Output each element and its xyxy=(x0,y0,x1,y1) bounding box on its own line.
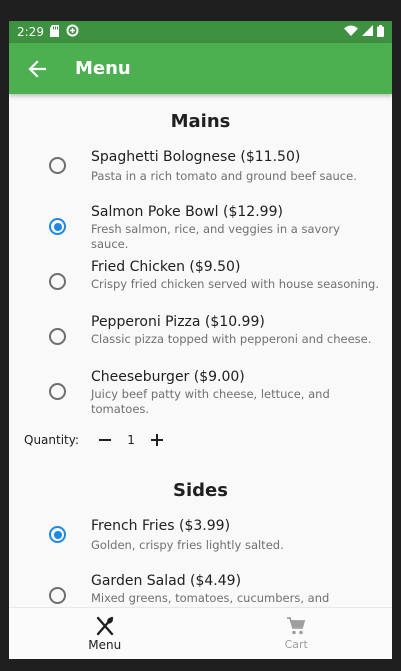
app-bar: Menu xyxy=(9,43,392,94)
mains-item-cheeseburger[interactable]: Cheeseburger ($9.00) Juicy beef patty wi… xyxy=(9,369,392,424)
radio-button[interactable] xyxy=(49,587,66,604)
shopping-cart-icon xyxy=(287,617,306,635)
item-name: Spaghetti Bolognese ($11.50) xyxy=(91,149,301,165)
signal-icon xyxy=(362,25,373,39)
radio-button[interactable] xyxy=(49,157,66,174)
nav-label-menu: Menu xyxy=(88,637,122,652)
item-description: Pasta in a rich tomato and ground beef s… xyxy=(91,169,357,183)
radio-button[interactable] xyxy=(49,383,66,400)
quantity-label: Quantity: xyxy=(24,433,80,447)
item-description: Crispy fried chicken served with house s… xyxy=(91,277,379,291)
wifi-icon xyxy=(344,25,358,39)
item-name: Pepperoni Pizza ($10.99) xyxy=(91,314,265,330)
mains-item-spaghetti[interactable]: Spaghetti Bolognese ($11.50) Pasta in a … xyxy=(9,149,392,204)
menu-content[interactable]: Mains Spaghetti Bolognese ($11.50) Pasta… xyxy=(9,94,392,607)
sides-item-garden-salad[interactable]: Garden Salad ($4.49) Mixed greens, tomat… xyxy=(9,573,392,607)
sd-card-icon xyxy=(49,24,60,40)
item-name: Cheeseburger ($9.00) xyxy=(91,369,245,385)
nav-label-cart: Cart xyxy=(284,638,308,651)
item-description: Mixed greens, tomatoes, cucumbers, and xyxy=(91,591,330,605)
item-name: Garden Salad ($4.49) xyxy=(91,573,242,589)
mains-section-title: Mains xyxy=(170,111,231,132)
status-time: 2:29 xyxy=(17,25,44,39)
radio-button-selected[interactable] xyxy=(49,526,66,543)
sides-section-title: Sides xyxy=(173,480,228,501)
mains-item-fried-chicken[interactable]: Fried Chicken ($9.50) Crispy fried chick… xyxy=(9,259,392,314)
status-bar: 2:29 xyxy=(9,21,392,43)
item-name: Salmon Poke Bowl ($12.99) xyxy=(91,204,283,220)
sides-item-french-fries[interactable]: French Fries ($3.99) Golden, crispy frie… xyxy=(9,518,392,573)
item-description: Fresh salmon, rice, and veggies in a sav… xyxy=(91,222,340,251)
minus-icon xyxy=(99,439,112,441)
decrement-button[interactable] xyxy=(96,431,114,449)
radio-button[interactable] xyxy=(49,273,66,290)
mains-item-salmon-poke[interactable]: Salmon Poke Bowl ($12.99) Fresh salmon, … xyxy=(9,204,392,259)
bottom-navigation: Menu Cart xyxy=(9,607,392,659)
restaurant-icon xyxy=(96,616,113,635)
nav-item-menu[interactable]: Menu xyxy=(9,608,201,659)
mains-item-pepperoni-pizza[interactable]: Pepperoni Pizza ($10.99) Classic pizza t… xyxy=(9,314,392,369)
phone-screen: 2:29 Menu Mains Spaghetti Bolognese ($11… xyxy=(9,21,392,659)
plus-icon xyxy=(151,434,164,446)
item-name: French Fries ($3.99) xyxy=(91,518,231,534)
arrow-back-icon xyxy=(28,59,46,78)
item-description: Golden, crispy fries lightly salted. xyxy=(91,538,284,552)
item-name: Fried Chicken ($9.50) xyxy=(91,259,241,275)
battery-icon xyxy=(377,24,384,40)
radio-button[interactable] xyxy=(49,328,66,345)
back-button[interactable] xyxy=(25,57,49,81)
page-title: Menu xyxy=(75,58,131,79)
nav-item-cart[interactable]: Cart xyxy=(201,608,393,659)
radio-button-selected[interactable] xyxy=(49,218,66,235)
quantity-value: 1 xyxy=(127,433,135,447)
increment-button[interactable] xyxy=(148,431,166,449)
item-description: Classic pizza topped with pepperoni and … xyxy=(91,332,372,346)
item-description: Juicy beef patty with cheese, lettuce, a… xyxy=(91,387,330,416)
quantity-stepper: Quantity: 1 xyxy=(24,431,166,449)
data-saver-icon xyxy=(66,24,79,40)
